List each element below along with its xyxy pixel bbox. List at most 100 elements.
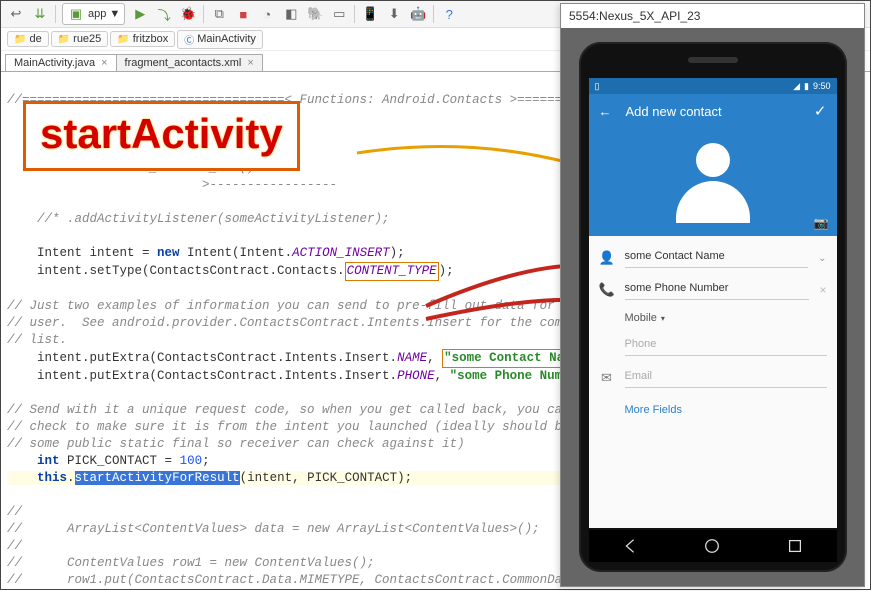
attach-debugger-icon[interactable]: ⧉ [210,5,228,23]
code-const: ACTION_INSERT [292,246,390,260]
phone-speaker [688,57,738,63]
avd-icon[interactable]: 📱 [361,5,379,23]
run-icon[interactable]: ▶ [131,5,149,23]
emulator-title-bar[interactable]: 5554:Nexus_5X_API_23 [561,4,864,29]
phone-screen[interactable]: ▯ ◢ ▮ 9:50 ← Add new contact ✓ [589,78,837,528]
contact-form: 👤 some Contact Name ⌄ 📞 some Phone Numbe… [589,236,837,420]
folder-icon: 📁 [58,34,70,45]
module-combo-label: app [88,8,106,20]
code-text: intent.putExtra(ContactsContract.Intents… [7,351,397,365]
stop-icon[interactable]: ■ [234,5,252,23]
code-comment: // ContentValues row1 = new ContentValue… [7,556,375,570]
status-time: 9:50 [813,81,831,91]
camera-icon[interactable]: 📷 [814,216,829,230]
code-number: 100 [180,454,203,468]
code-text: Intent intent = [7,246,157,260]
tab-fragment-acontacts-xml[interactable]: fragment_acontacts.xml× [116,54,263,71]
row-phone2: Phone [599,330,827,362]
code-comment: // [7,505,22,519]
help-icon[interactable]: ? [440,5,458,23]
wifi-icon: ◢ [793,81,800,92]
back-icon[interactable]: ← [599,104,612,119]
avd-manager-icon[interactable]: ▭ [330,5,348,23]
row-email: ✉ Email [599,362,827,394]
row-phone-type: Mobile ▾ [599,306,827,330]
signal-icon: ▮ [804,81,809,92]
code-text: . [67,471,75,485]
more-fields-link[interactable]: More Fields [599,394,827,420]
sdk-manager-icon[interactable]: ⬇ [385,5,403,23]
input-email-placeholder: Email [625,370,653,382]
debug-run-icon[interactable]: ⤵ [155,5,173,23]
chevron-down-icon: ▾ [661,314,665,323]
overlay-startactivity: startActivity [23,101,300,171]
input-name-value: some Contact Name [625,250,725,262]
code-const: NAME [397,351,427,365]
save-check-icon[interactable]: ✓ [814,102,827,120]
chevron-down-icon[interactable]: ⌄ [818,253,826,264]
code-const: PHONE [397,369,435,383]
nav-home[interactable] [703,537,721,555]
tab-mainactivity-java[interactable]: MainActivity.java× [5,54,117,71]
chevron-down-icon: ▼ [109,8,120,20]
build-icon[interactable]: 🐘 [306,5,324,23]
nav-back[interactable] [621,537,639,555]
clear-icon[interactable]: × [819,283,826,297]
person-icon: 👤 [599,250,615,266]
layout-inspector-icon[interactable]: ◧ [282,5,300,23]
folder-icon: 📁 [14,34,26,45]
android-robot-icon[interactable]: 🤖 [409,5,427,23]
app-bar: ← Add new contact ✓ [589,94,837,128]
contact-hero[interactable]: 📷 [589,128,837,236]
debug-icon[interactable]: 🐞 [179,5,197,23]
run-prev-icon[interactable]: ↩ [7,5,25,23]
crumb-mainactivity[interactable]: ⒸMainActivity [177,30,263,49]
code-comment: // some public static final so receiver … [7,437,465,451]
crumb-fritzbox[interactable]: 📁fritzbox [110,31,175,47]
close-icon[interactable]: × [101,57,107,69]
code-comment: >----------------- [7,178,337,192]
phone-type-value: Mobile [625,312,657,324]
avatar-placeholder [668,137,758,227]
code-comment: // user. See android.provider.ContactsCo… [7,316,600,330]
code-text [7,471,37,485]
profile-icon[interactable]: ◔ [258,5,276,23]
email-icon: ✉ [599,370,615,386]
input-phone2-placeholder: Phone [625,338,657,350]
phone-icon: 📞 [599,282,615,298]
code-kw: new [157,246,180,260]
input-name[interactable]: some Contact Name [625,248,809,268]
phone-frame: ▯ ◢ ▮ 9:50 ← Add new contact ✓ [579,42,847,572]
code-text: PICK_CONTACT = [60,454,180,468]
code-text [7,454,37,468]
crumb-rue25[interactable]: 📁rue25 [51,31,109,47]
crumb-de[interactable]: 📁de [7,31,49,47]
android-icon: ▣ [67,5,85,23]
input-phone[interactable]: some Phone Number [625,280,810,300]
code-comment: // list. [7,333,67,347]
separator [433,5,434,23]
code-comment: // check to make sure it is from the int… [7,420,570,434]
input-phone2[interactable]: Phone [625,336,827,356]
code-comment: // ArrayList<ContentValues> data = new A… [7,522,540,536]
sim-icon: ▯ [595,81,600,92]
separator [354,5,355,23]
code-kw: int [37,454,60,468]
crumb-label: fritzbox [133,33,168,45]
close-icon[interactable]: × [247,57,253,69]
phone-type-select[interactable]: Mobile ▾ [625,312,665,324]
sync-icon[interactable]: ⇊ [31,5,49,23]
input-email[interactable]: Email [625,368,827,388]
overlay-label: startActivity [40,110,283,157]
code-const: CONTENT_TYPE [347,264,437,278]
code-text: ); [390,246,405,260]
app-bar-title: Add new contact [626,104,722,119]
module-combo[interactable]: ▣ app ▼ [62,3,125,25]
crumb-label: MainActivity [197,33,256,45]
nav-recent[interactable] [786,537,804,555]
code-text: , [427,351,442,365]
code-comment: // Send with it a unique request code, s… [7,403,570,417]
row-name: 👤 some Contact Name ⌄ [599,242,827,274]
code-comment: // Just two examples of information you … [7,299,585,313]
more-fields-label: More Fields [625,404,682,416]
